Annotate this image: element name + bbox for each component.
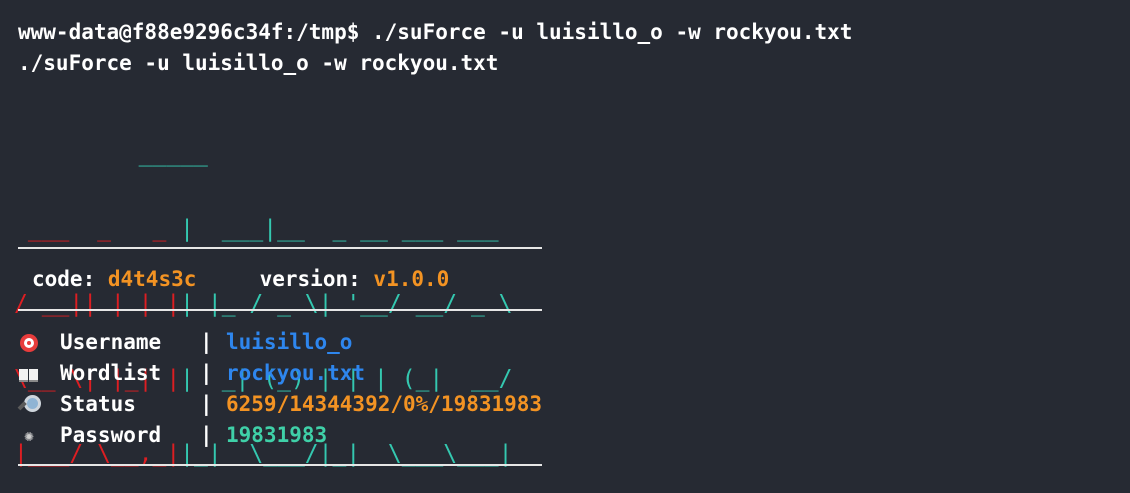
divider-middle <box>18 309 542 311</box>
field-value-username: luisillo_o <box>226 330 353 354</box>
field-separator: | <box>200 361 213 385</box>
field-value-password: 19831983 <box>226 423 328 447</box>
divider-bottom <box>18 464 542 466</box>
version-label: version: <box>259 267 361 291</box>
field-row-password: ✺ Password | 19831983 <box>18 420 542 451</box>
field-row-status: Status | 6259/14344392/0%/19831983 <box>17 389 543 420</box>
field-name-username: Username <box>60 330 162 354</box>
field-row-username: Username | luisillo_o <box>18 327 542 358</box>
version-value: v1.0.0 <box>373 267 450 291</box>
magnifier-icon <box>17 394 41 416</box>
code-label: code: <box>32 267 96 291</box>
terminal-window[interactable]: www-data@f88e9296c34f:/tmp$ ./suForce -u… <box>0 0 1130 493</box>
field-value-status: 6259/14344392/0%/19831983 <box>226 392 543 416</box>
logo-line-2-red: ___ _ _ <box>14 216 181 242</box>
command-echo-line: ./suForce -u luisillo_o -w rockyou.txt <box>18 51 499 75</box>
field-name-password: Password <box>60 423 162 447</box>
field-separator: | <box>200 392 213 416</box>
field-value-wordlist: rockyou.txt <box>226 361 366 385</box>
field-separator: | <box>200 423 213 447</box>
code-value: d4t4s3c <box>107 267 197 291</box>
target-icon <box>18 332 40 354</box>
field-separator: | <box>200 330 213 354</box>
banner-meta: code: d4t4s3c version: v1.0.0 <box>32 264 449 295</box>
status-fields: Username | luisillo_o Wordlist | rockyou… <box>17 327 543 451</box>
field-name-wordlist: Wordlist <box>60 361 162 385</box>
divider-top <box>18 247 542 249</box>
logo-line-2-teal: | ___|__ _ __ ___ ___ <box>180 216 513 242</box>
field-name-status: Status <box>60 392 136 416</box>
book-icon <box>18 363 40 385</box>
burst-icon: ✺ <box>24 425 34 445</box>
field-row-wordlist: Wordlist | rockyou.txt <box>18 358 542 389</box>
command-prompt-line: www-data@f88e9296c34f:/tmp$ ./suForce -u… <box>18 20 853 44</box>
logo-line-1: _____ <box>14 141 208 167</box>
